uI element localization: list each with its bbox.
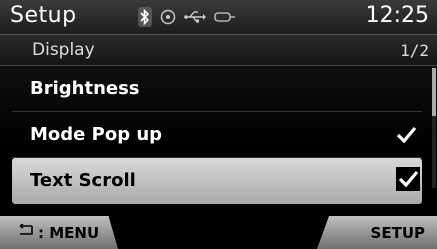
list-item-text-scroll[interactable]: Text Scroll: [12, 158, 422, 204]
aux-icon: [214, 11, 236, 23]
setup-button[interactable]: SETUP: [317, 216, 437, 249]
checkmark-icon[interactable]: [394, 123, 418, 147]
status-bar: Setup 12:25: [0, 0, 437, 35]
settings-list: Brightness Mode Pop up Text Scroll: [12, 66, 422, 204]
scrollbar[interactable]: [432, 68, 436, 188]
sub-header: Display 1/2: [0, 35, 437, 66]
clock: 12:25: [365, 3, 429, 28]
menu-button[interactable]: : MENU: [0, 216, 118, 249]
list-item-brightness[interactable]: Brightness: [12, 66, 422, 112]
head-unit-screen: Setup 12:25 Display 1/2 Brightness Mode …: [0, 0, 437, 249]
checkmark-icon[interactable]: [396, 167, 420, 191]
screen-title: Setup: [10, 3, 77, 28]
status-icons: [138, 7, 236, 27]
list-item-label: Brightness: [30, 78, 140, 99]
menu-button-label: : MENU: [38, 223, 100, 242]
bluetooth-icon: [138, 7, 152, 27]
list-item-mode-pop-up[interactable]: Mode Pop up: [12, 112, 422, 158]
usb-icon: [184, 10, 206, 24]
disc-icon: [160, 9, 176, 25]
page-indicator: 1/2: [400, 41, 429, 60]
section-title: Display: [32, 40, 95, 60]
scroll-thumb[interactable]: [432, 68, 436, 116]
list-item-label: Mode Pop up: [30, 124, 163, 145]
back-arrow-icon: [16, 222, 34, 242]
setup-button-label: SETUP: [370, 223, 425, 242]
softkey-bar: : MENU SETUP: [0, 216, 437, 249]
list-item-label: Text Scroll: [30, 170, 136, 191]
